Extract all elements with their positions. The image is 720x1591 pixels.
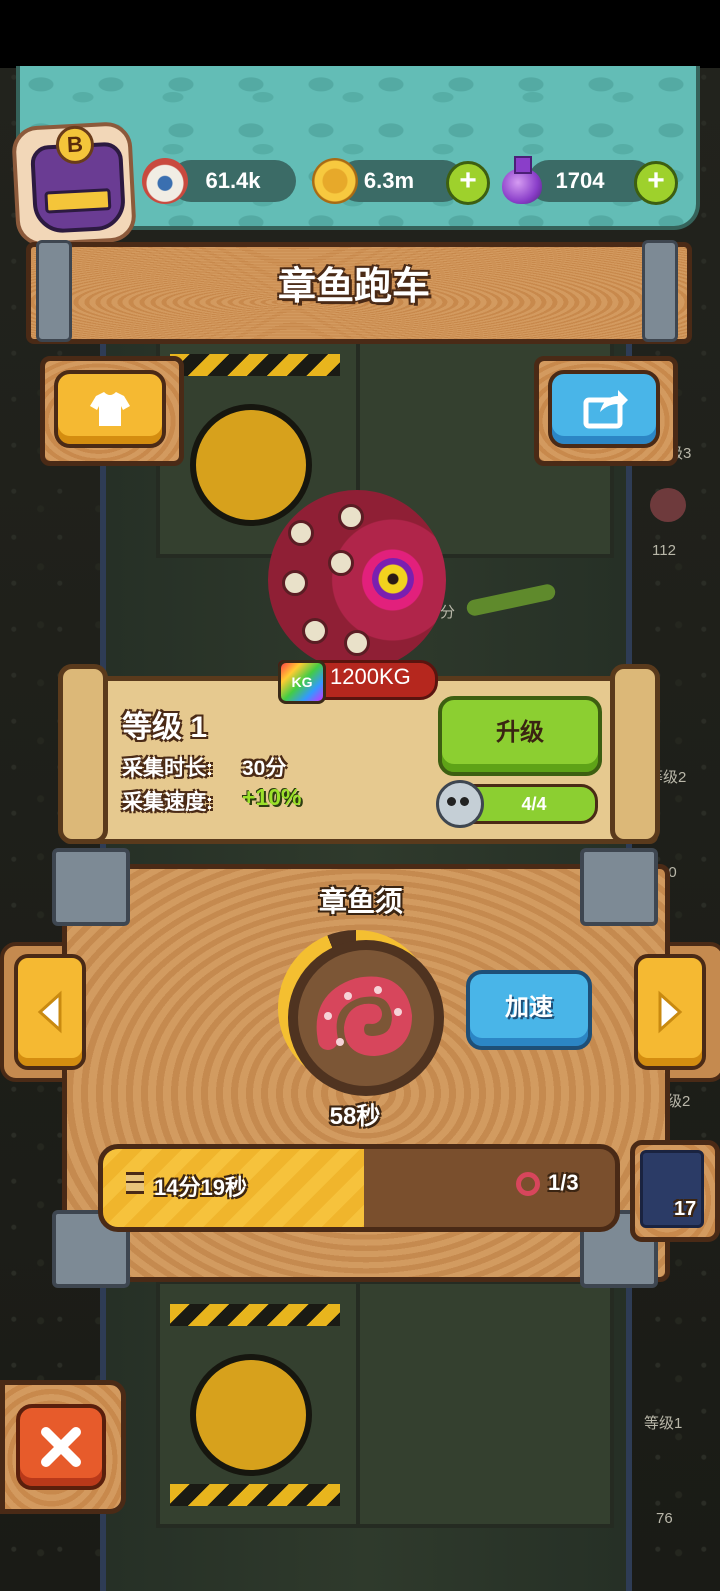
coin-value: 6.3m [363,168,415,193]
status-bar [0,0,720,68]
remaining-time: 58秒 [329,1103,381,1130]
collect-speed-value: +10% [242,784,302,810]
skin-button[interactable] [54,370,166,448]
hazard-stripe [170,354,340,376]
scroll-roll-left [58,664,108,844]
material-name: 章鱼须 [318,886,403,917]
tentacle-icon [316,976,413,1057]
side-count: 76 [656,1510,673,1527]
sucker [344,630,370,656]
vehicle-title: 章鱼跑车 [277,266,430,308]
shaft-panel [356,1280,614,1528]
material-ring [288,940,444,1096]
speedup-button[interactable]: 加速 [466,970,592,1050]
potion-value: 1704 [555,168,605,193]
hazard-stripe [170,1484,340,1506]
material-count: 1/3 [548,1170,579,1195]
avatar-monster: B [29,124,127,235]
upgrade-button[interactable]: 升级 [438,696,602,776]
collect-speed-label: 采集速度: [122,791,213,814]
shirt-icon [90,392,130,426]
total-timer: 14分19秒 [154,1175,247,1200]
sucker [282,570,308,596]
eyeball-icon [142,158,188,204]
raspberry-icon [650,488,686,522]
add-potions-button[interactable]: + [634,161,678,205]
coin-icon [312,158,358,204]
skull-eye [460,797,469,806]
sucker [338,504,364,530]
sucker [302,618,328,644]
skull-icon [436,780,484,828]
next-button[interactable] [634,954,706,1070]
arrow-left-icon [37,990,62,1034]
card-count: 17 [674,1198,697,1220]
mine-sign [190,404,312,526]
sucker [328,550,354,576]
hazard-stripe [170,1304,340,1326]
prev-button[interactable] [14,954,86,1070]
close-icon [41,1427,81,1467]
vehicle-weight: 1200KG [330,664,411,689]
arrow-right-icon [658,990,683,1034]
collect-time-value: 30分 [242,757,287,780]
tentacle-small-icon [516,1172,540,1196]
capacity-value: 4/4 [521,794,547,814]
eyeball-counter: 61.4k [170,160,296,202]
vehicle-level: 等级 1 [122,711,208,744]
avatar-teeth [44,188,112,214]
player-avatar[interactable]: B [10,120,138,248]
avatar-badge: B [54,124,95,165]
collect-time-label: 采集时长: [122,757,213,780]
scroll-roll-right [610,664,660,844]
share-button[interactable] [548,370,660,448]
octopus-eye [372,558,414,600]
skull-eye [447,797,456,806]
share-icon [583,390,628,429]
hourglass-icon [126,1172,144,1194]
mine-sign [190,1354,312,1476]
sucker [288,520,314,546]
octopus-car[interactable] [268,490,446,670]
add-coins-button[interactable]: + [446,161,490,205]
shaft-panel [156,1280,364,1528]
weight-icon: KG [278,660,326,704]
side-level-label: 等级1 [644,1415,683,1432]
potion-neck [514,156,532,174]
close-button[interactable] [16,1404,106,1490]
side-count: 112 [652,542,676,559]
